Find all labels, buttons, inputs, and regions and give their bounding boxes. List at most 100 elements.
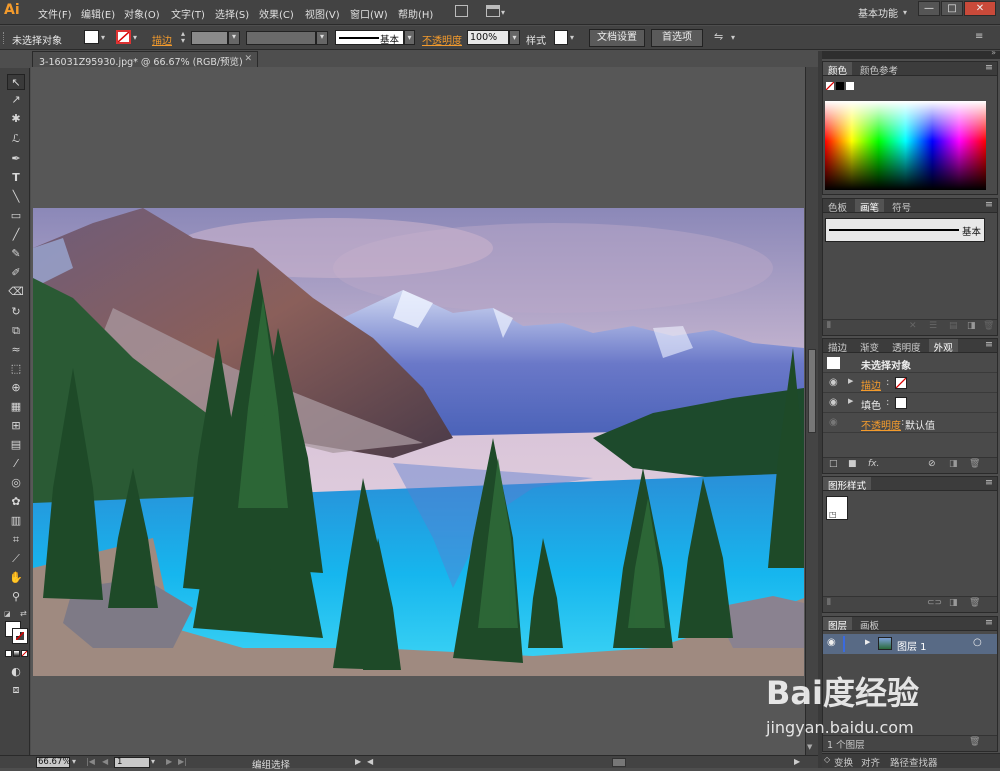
pen-tool-icon[interactable]: ✒ (7, 151, 25, 167)
type-tool-icon[interactable]: T (7, 170, 25, 186)
rotate-tool-icon[interactable]: ↻ (7, 304, 25, 320)
chevron-down-icon[interactable]: ▾ (570, 33, 574, 42)
close-button[interactable]: ✕ (964, 1, 996, 16)
tab-stroke[interactable]: 描边 (823, 339, 852, 354)
zoom-tool-icon[interactable]: ⚲ (7, 589, 25, 605)
placed-image[interactable] (33, 208, 804, 676)
menu-type[interactable]: 文字(T) (171, 6, 205, 21)
menu-effect[interactable]: 效果(C) (259, 6, 294, 21)
slice-tool-icon[interactable]: ⟋ (7, 551, 25, 567)
chevron-down-icon[interactable]: ▾ (731, 33, 735, 42)
brush-definition-select[interactable]: 基本 (335, 30, 404, 46)
chevron-down-icon[interactable]: ▾ (101, 33, 105, 42)
hand-tool-icon[interactable]: ✋ (7, 570, 25, 586)
tab-artboards[interactable]: 画板 (855, 617, 884, 632)
appearance-stroke-label[interactable]: 描边 (861, 377, 881, 392)
preferences-button[interactable]: 首选项 (651, 29, 703, 47)
delete-icon[interactable]: 🗑 (983, 321, 994, 331)
color-spectrum[interactable] (825, 101, 986, 190)
maximize-button[interactable]: □ (941, 1, 963, 16)
disclosure-triangle-icon[interactable]: ▶ (848, 397, 853, 405)
appearance-fill-row[interactable]: ◉ ▶ 填色 : (823, 393, 997, 413)
menu-help[interactable]: 帮助(H) (398, 6, 433, 21)
dock-header[interactable]: » (822, 48, 1000, 59)
tab-color[interactable]: 颜色 (823, 62, 853, 77)
delete-icon[interactable]: 🗑 (969, 459, 980, 469)
brush-settings-icon[interactable]: ▤ (949, 321, 958, 331)
collapse-panels-icon[interactable]: » (991, 48, 996, 57)
delete-icon[interactable]: 🗑 (969, 737, 980, 747)
tab-transform[interactable]: 变换 (834, 755, 853, 769)
last-artboard-icon[interactable]: ▶| (178, 757, 187, 766)
blend-tool-icon[interactable]: ◎ (7, 475, 25, 491)
add-stroke-icon[interactable]: □ (829, 459, 838, 469)
visibility-eye-icon[interactable]: ◉ (829, 417, 838, 428)
scroll-left-arrow-icon[interactable]: ◀ (367, 757, 373, 766)
appearance-opacity-row[interactable]: ◉ 不透明度 : 默认值 (823, 413, 997, 433)
menu-select[interactable]: 选择(S) (215, 6, 249, 21)
minimize-button[interactable]: — (918, 1, 940, 16)
document-tab[interactable]: 3-16031Z95930.jpg* @ 66.67% (RGB/预览) ✕ (32, 51, 258, 68)
gradient-tool-icon[interactable]: ▤ (7, 437, 25, 453)
new-style-icon[interactable]: ◨ (949, 598, 958, 608)
panel-menu-icon[interactable]: ≡ (985, 477, 993, 488)
layer-row[interactable]: ◉ ▶ 图层 1 ○ (823, 634, 997, 654)
tab-brushes[interactable]: 画笔 (855, 199, 885, 214)
stepper-icon[interactable]: ▴ ▾ (181, 30, 185, 45)
zoom-level-input[interactable]: 66.67% (36, 757, 70, 768)
white-swatch[interactable] (846, 82, 854, 90)
paintbrush-tool-icon[interactable]: ╱ (7, 227, 25, 243)
screen-mode-icon[interactable]: ⧈ (7, 682, 25, 698)
workspace-switcher[interactable]: 基本功能 (858, 5, 898, 20)
panel-menu-icon[interactable]: ≡ (985, 617, 993, 628)
drawing-mode-icon[interactable]: ◐ (7, 664, 25, 680)
tab-pathfinder[interactable]: 路径查找器 (890, 755, 938, 769)
variable-width-profile[interactable] (246, 31, 316, 45)
layer-name[interactable]: 图层 1 (897, 638, 927, 653)
panel-menu-icon[interactable]: ≡ (985, 62, 993, 73)
tab-align[interactable]: 对齐 (861, 755, 880, 769)
brush-item[interactable]: 基本 (825, 218, 985, 242)
menu-object[interactable]: 对象(O) (124, 6, 160, 21)
vertical-scrollbar[interactable]: ▼ (805, 67, 818, 755)
new-brush-icon[interactable]: ◨ (967, 321, 976, 331)
shape-builder-tool-icon[interactable]: ⊕ (7, 380, 25, 396)
visibility-eye-icon[interactable]: ◉ (827, 637, 836, 648)
perspective-grid-tool-icon[interactable]: ▦ (7, 399, 25, 415)
artboard-tool-icon[interactable]: ⌗ (7, 532, 25, 548)
gradient-mode-icon[interactable] (13, 650, 20, 657)
chevron-down-icon[interactable]: ▾ (228, 31, 240, 45)
pencil-tool-icon[interactable]: ✎ (7, 246, 25, 262)
tab-color-guide[interactable]: 颜色参考 (855, 62, 903, 77)
target-circle-icon[interactable]: ○ (973, 637, 982, 648)
stroke-swatch[interactable] (116, 30, 131, 44)
column-graph-tool-icon[interactable]: ▥ (7, 513, 25, 529)
vertical-scroll-thumb[interactable] (808, 349, 816, 433)
duplicate-item-icon[interactable]: ◨ (949, 459, 958, 469)
break-link-icon[interactable]: ⊂⊃ (927, 598, 942, 608)
panel-menu-icon[interactable]: ≡ (975, 31, 983, 42)
free-transform-tool-icon[interactable]: ⬚ (7, 361, 25, 377)
tab-symbols[interactable]: 符号 (887, 199, 916, 214)
first-artboard-icon[interactable]: |◀ (86, 757, 95, 766)
expand-icon[interactable]: ◇ (824, 755, 830, 764)
appearance-opacity-label[interactable]: 不透明度 (861, 417, 901, 432)
direct-selection-tool-icon[interactable]: ↗ (7, 92, 25, 108)
fx-icon[interactable]: fx. (868, 459, 879, 469)
rectangle-tool-icon[interactable]: ▭ (7, 208, 25, 224)
previous-artboard-icon[interactable]: ◀ (102, 757, 108, 766)
blob-brush-tool-icon[interactable]: ✐ (7, 265, 25, 281)
brush-options-icon[interactable]: ☰ (929, 321, 937, 331)
chevron-down-icon[interactable]: ▾ (72, 757, 76, 766)
magic-wand-tool-icon[interactable]: ✱ (7, 111, 25, 127)
stroke-weight-input[interactable] (191, 31, 228, 45)
swap-colors-icon[interactable]: ⇄ (20, 609, 27, 618)
stroke-color-icon[interactable] (12, 628, 28, 644)
eraser-tool-icon[interactable]: ⌫ (7, 284, 25, 300)
appearance-stroke-swatch[interactable] (895, 377, 907, 389)
symbol-sprayer-tool-icon[interactable]: ✿ (7, 494, 25, 510)
chevron-down-icon[interactable]: ▾ (133, 33, 137, 42)
color-mode-icon[interactable] (5, 650, 12, 657)
remove-stroke-icon[interactable]: ✕ (909, 321, 917, 331)
chevron-down-icon[interactable]: ▾ (509, 30, 520, 45)
